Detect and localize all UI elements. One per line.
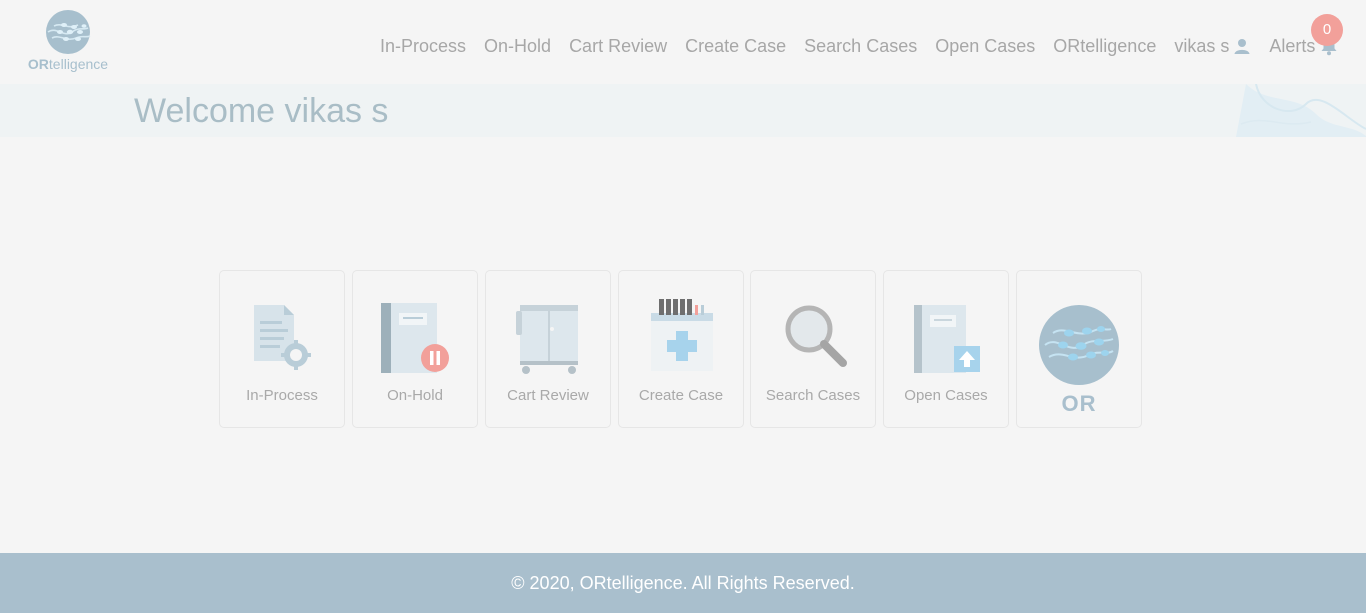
nav-ortelligence[interactable]: ORtelligence bbox=[1044, 36, 1165, 57]
nav-user-menu[interactable]: vikas s bbox=[1165, 36, 1260, 57]
document-gear-icon bbox=[254, 305, 311, 370]
brand-logo[interactable]: ORtelligence bbox=[24, 8, 112, 76]
cart-cabinet-icon bbox=[516, 305, 578, 374]
tile-open-cases[interactable]: Open Cases bbox=[883, 270, 1009, 428]
page-footer: © 2020, ORtelligence. All Rights Reserve… bbox=[0, 553, 1366, 613]
tile-cart-review[interactable]: Cart Review bbox=[485, 270, 611, 428]
notebook-upload-icon bbox=[914, 305, 980, 373]
welcome-banner: Welcome vikas s bbox=[0, 84, 1366, 137]
top-nav: In-Process On-Hold Cart Review Create Ca… bbox=[371, 34, 1348, 58]
copyright-text: © 2020, ORtelligence. All Rights Reserve… bbox=[511, 573, 855, 593]
tile-label: On-Hold bbox=[387, 387, 443, 404]
tile-label: Cart Review bbox=[507, 387, 589, 404]
tile-label: Search Cases bbox=[765, 387, 861, 404]
tile-in-process[interactable]: In-Process bbox=[219, 270, 345, 428]
nav-on-hold[interactable]: On-Hold bbox=[475, 36, 560, 57]
page-title: Welcome vikas s bbox=[134, 92, 389, 130]
tile-ortelligence[interactable]: OR bbox=[1016, 270, 1142, 428]
tile-create-case[interactable]: Create Case bbox=[618, 270, 744, 428]
nav-create-case[interactable]: Create Case bbox=[676, 36, 795, 57]
case-plus-icon bbox=[651, 299, 713, 371]
notebook-pause-icon bbox=[381, 303, 449, 373]
magnifier-icon bbox=[785, 305, 847, 367]
banner-wave-decoration bbox=[1236, 84, 1366, 137]
tile-label: In-Process bbox=[246, 387, 318, 404]
tile-search-cases[interactable]: Search Cases bbox=[750, 270, 876, 428]
brand-logo-text: ORtelligence bbox=[27, 56, 109, 72]
nav-in-process[interactable]: In-Process bbox=[371, 36, 475, 57]
top-header: ORtelligence In-Process On-Hold Cart Rev… bbox=[0, 0, 1366, 84]
user-icon bbox=[1234, 39, 1250, 54]
tile-label: Open Cases bbox=[904, 387, 988, 404]
nav-open-cases[interactable]: Open Cases bbox=[926, 36, 1044, 57]
nav-search-cases[interactable]: Search Cases bbox=[795, 36, 926, 57]
tile-label: Create Case bbox=[638, 387, 724, 404]
tile-on-hold[interactable]: On-Hold bbox=[352, 270, 478, 428]
ortelligence-logo-icon bbox=[46, 10, 91, 54]
alerts-count-badge: 0 bbox=[1311, 14, 1343, 46]
tile-label: OR bbox=[1061, 391, 1097, 416]
ortelligence-logo-icon bbox=[1039, 305, 1119, 385]
nav-cart-review[interactable]: Cart Review bbox=[560, 36, 676, 57]
